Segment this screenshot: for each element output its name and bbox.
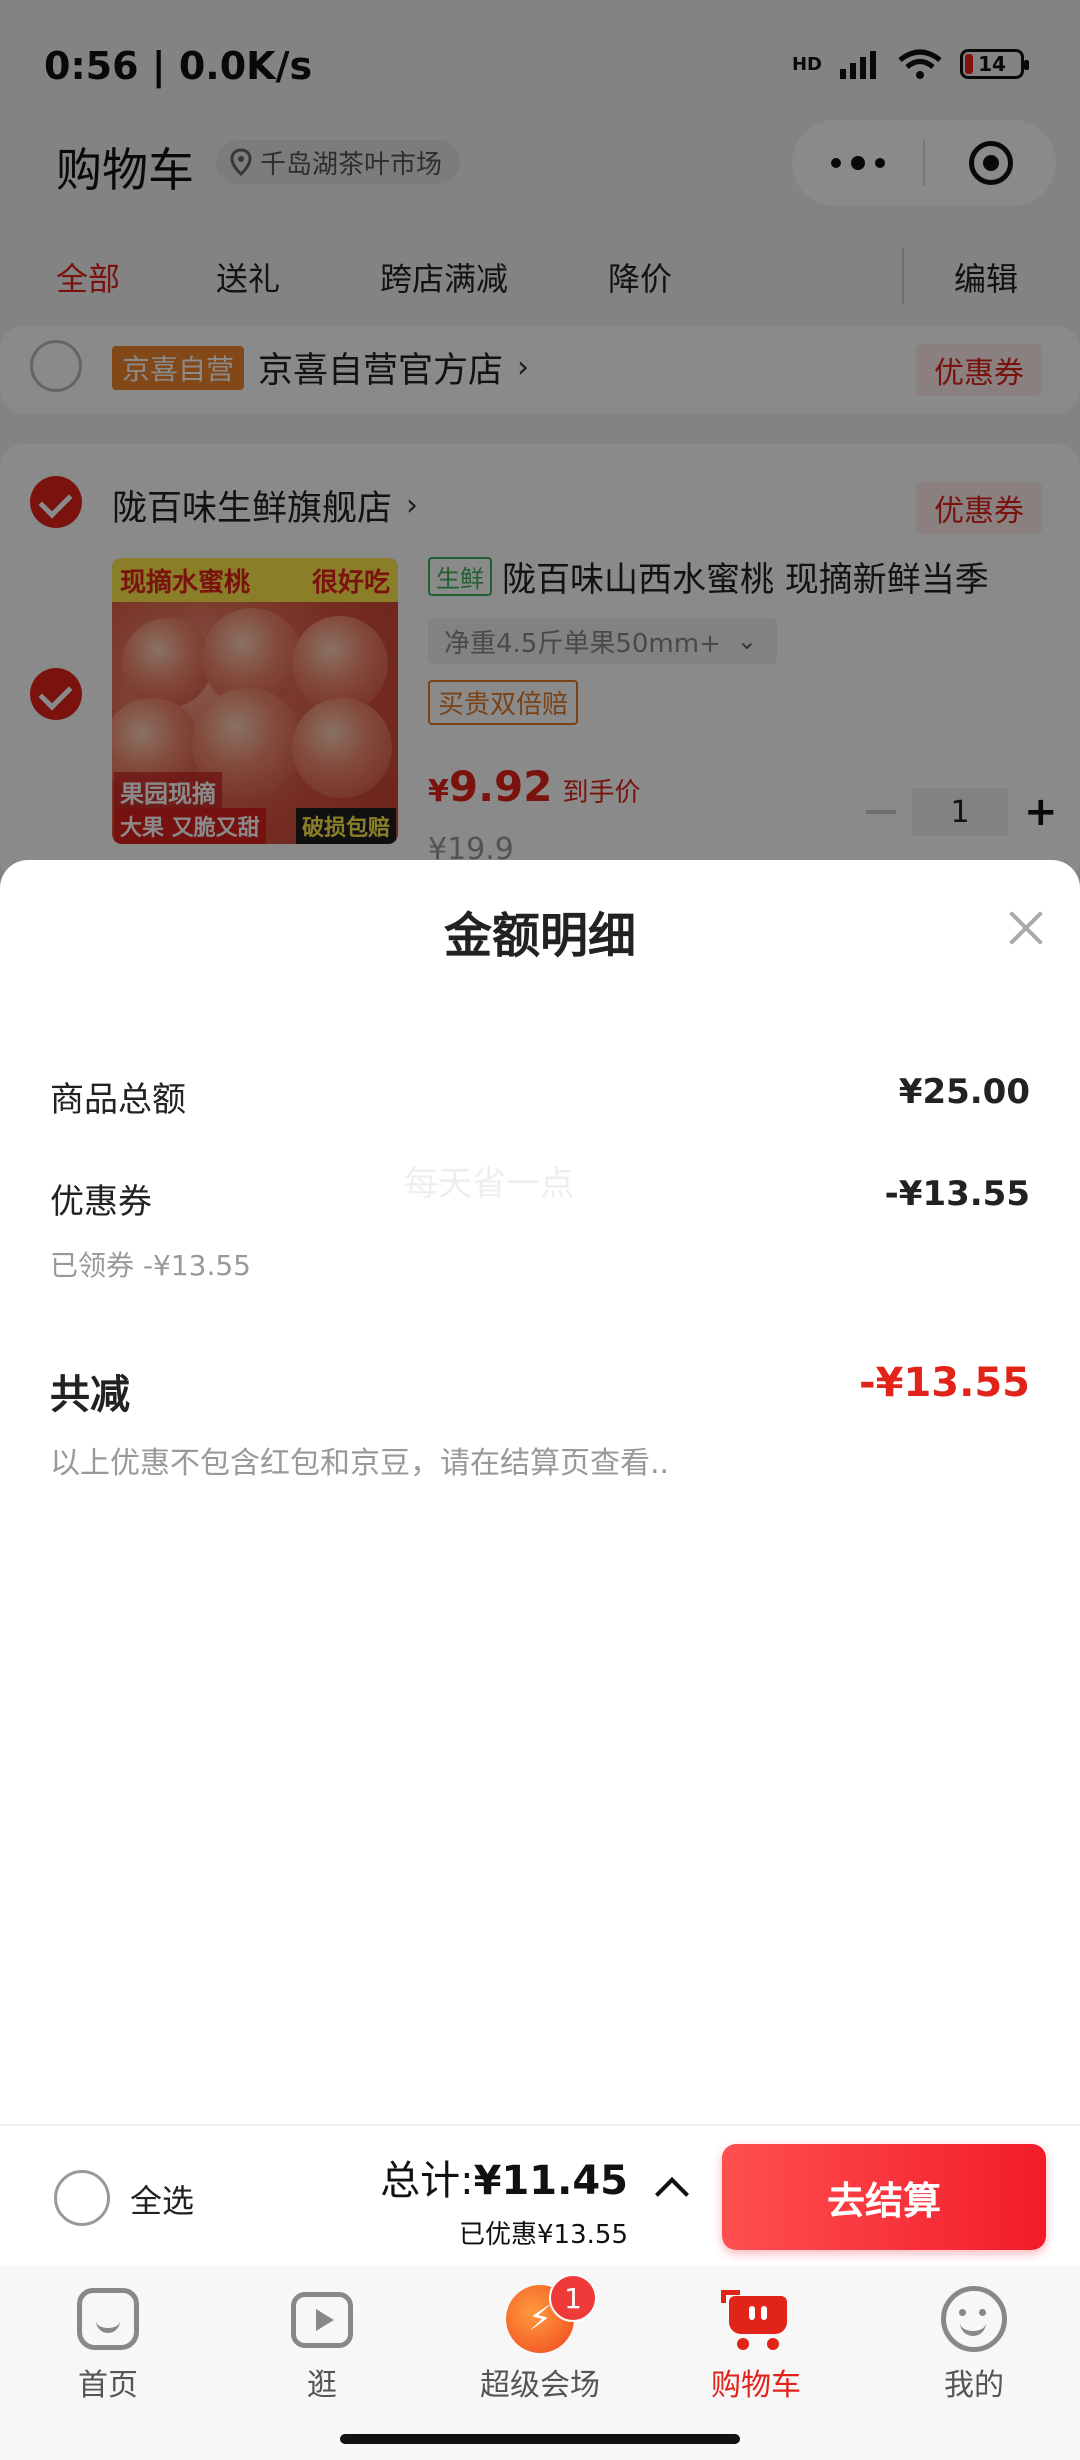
tabbar-label: 购物车 xyxy=(711,2368,801,2403)
tabbar-item-cart[interactable]: 购物车 xyxy=(676,2284,836,2404)
total-prefix: 总计: xyxy=(380,2158,474,2204)
tabbar-label: 我的 xyxy=(944,2368,1004,2403)
disclaimer-text: 以上优惠不包含红包和京豆，请在结算页查看.. xyxy=(50,1446,670,1481)
tabbar-label: 逛 xyxy=(307,2368,337,2403)
tabbar-label: 超级会场 xyxy=(480,2368,600,2403)
checkout-button[interactable]: 去结算 xyxy=(722,2144,1046,2250)
tabbar-label: 首页 xyxy=(78,2368,138,2403)
total-discount-label: 共减 xyxy=(50,1372,130,1418)
play-icon xyxy=(291,2292,353,2348)
tabbar-item-profile[interactable]: 我的 xyxy=(894,2284,1054,2404)
watermark-text: 每天省一点 xyxy=(404,1164,574,1204)
total-amount: 总计: ¥11.45 xyxy=(380,2148,628,2206)
coupon-value: -¥13.55 xyxy=(884,1174,1030,1214)
subtotal-value: ¥25.00 xyxy=(898,1072,1030,1112)
cart-icon xyxy=(721,2290,791,2350)
profile-icon xyxy=(941,2286,1007,2352)
select-all-checkbox[interactable] xyxy=(54,2170,110,2226)
tabbar-item-home[interactable]: 首页 xyxy=(28,2284,188,2404)
chevron-up-icon[interactable] xyxy=(655,2177,689,2211)
tabbar-item-super-venue[interactable]: ⚡ 1 超级会场 xyxy=(460,2274,620,2404)
saved-amount: 已优惠¥13.55 xyxy=(459,2220,628,2250)
home-icon xyxy=(77,2288,139,2350)
close-icon[interactable] xyxy=(1000,902,1052,954)
subtotal-label: 商品总额 xyxy=(50,1080,186,1120)
total-amount-value: ¥11.45 xyxy=(473,2158,628,2204)
coupon-note: 已领券 -¥13.55 xyxy=(50,1249,251,1282)
bottom-tab-bar: 首页 逛 ⚡ 1 超级会场 购物车 我的 xyxy=(0,2266,1080,2460)
notification-badge: 1 xyxy=(549,2274,597,2322)
home-indicator[interactable] xyxy=(340,2434,740,2444)
checkout-bar: 全选 总计: ¥11.45 已优惠¥13.55 去结算 xyxy=(0,2124,1080,2268)
coupon-label: 优惠券 xyxy=(50,1182,152,1222)
select-all-label[interactable]: 全选 xyxy=(130,2176,194,2222)
tabbar-item-browse[interactable]: 逛 xyxy=(242,2284,402,2404)
total-discount-value: -¥13.55 xyxy=(859,1360,1030,1406)
sheet-title: 金额明细 xyxy=(443,908,636,964)
